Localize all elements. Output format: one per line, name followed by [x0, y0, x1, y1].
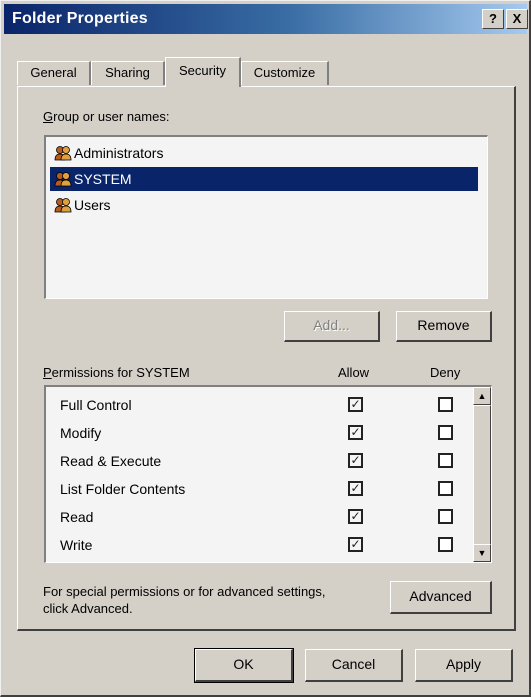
tab-security-label: Security	[179, 63, 226, 78]
deny-checkbox[interactable]	[438, 509, 453, 524]
remove-button-label: Remove	[417, 317, 470, 333]
user-list[interactable]: Administrators SYSTEM Users	[44, 135, 488, 299]
deny-column-header: Deny	[430, 365, 461, 380]
permission-row-modify: Modify ✓	[60, 419, 480, 447]
allow-checkbox[interactable]: ✓	[348, 453, 363, 468]
allow-checkbox[interactable]: ✓	[348, 425, 363, 440]
deny-checkbox[interactable]	[438, 537, 453, 552]
remove-button[interactable]: Remove	[396, 311, 492, 342]
scroll-down-icon[interactable]: ▼	[473, 544, 491, 562]
permission-row-read: Read ✓	[60, 503, 480, 531]
title-bar[interactable]: Folder Properties ? X	[4, 4, 528, 34]
advanced-instructions: For special permissions or for advanced …	[43, 583, 326, 617]
allow-checkbox[interactable]: ✓	[348, 537, 363, 552]
user-group-icon	[54, 172, 72, 187]
user-name: SYSTEM	[74, 171, 132, 187]
advanced-button[interactable]: Advanced	[390, 581, 492, 614]
permission-row-write: Write ✓	[60, 531, 480, 559]
allow-checkbox[interactable]: ✓	[348, 481, 363, 496]
tab-general[interactable]: General	[17, 61, 91, 85]
user-item-users[interactable]: Users	[50, 193, 478, 217]
tab-customize-label: Customize	[253, 65, 316, 80]
tab-security[interactable]: Security	[165, 57, 241, 87]
permission-name: Full Control	[60, 397, 132, 413]
permission-row-read-execute: Read & Execute ✓	[60, 447, 480, 475]
permission-name: Write	[60, 537, 93, 553]
window-title: Folder Properties	[12, 10, 148, 27]
scroll-up-icon[interactable]: ▲	[473, 387, 491, 405]
tab-general-label: General	[30, 65, 77, 80]
advanced-instructions-line2: click Advanced.	[43, 601, 133, 616]
deny-checkbox[interactable]	[438, 453, 453, 468]
tab-sharing[interactable]: Sharing	[91, 61, 165, 85]
user-item-system[interactable]: SYSTEM	[50, 167, 478, 191]
cancel-button[interactable]: Cancel	[305, 649, 403, 682]
permissions-scrollbar[interactable]: ▲ ▼	[473, 387, 491, 562]
scroll-thumb[interactable]	[473, 405, 491, 545]
deny-checkbox[interactable]	[438, 425, 453, 440]
user-name: Users	[74, 197, 111, 213]
allow-checkbox[interactable]: ✓	[348, 397, 363, 412]
permission-row-full-control: Full Control ✓	[60, 391, 480, 419]
help-button[interactable]: ?	[482, 9, 504, 29]
deny-checkbox[interactable]	[438, 481, 453, 496]
permission-row-list-folder-contents: List Folder Contents ✓	[60, 475, 480, 503]
advanced-instructions-line1: For special permissions or for advanced …	[43, 584, 326, 599]
close-button[interactable]: X	[506, 9, 528, 29]
apply-button-label: Apply	[445, 656, 482, 672]
allow-checkbox[interactable]: ✓	[348, 509, 363, 524]
permission-name: Read & Execute	[60, 453, 162, 469]
folder-properties-window: Folder Properties ? X General Sharing Se…	[0, 0, 531, 697]
permission-name: Modify	[60, 425, 102, 441]
ok-button[interactable]: OK	[194, 648, 294, 683]
user-group-icon	[54, 146, 72, 161]
tab-customize[interactable]: Customize	[241, 61, 329, 85]
apply-button[interactable]: Apply	[415, 649, 513, 682]
security-tab-panel: Group or user names: Administrators SYST…	[17, 86, 516, 631]
user-name: Administrators	[74, 145, 164, 161]
group-or-user-names-label: Group or user names:	[43, 109, 170, 124]
permissions-list[interactable]: Full Control ✓ Modify ✓ Read & Execute ✓…	[44, 385, 492, 563]
allow-column-header: Allow	[338, 365, 370, 380]
deny-checkbox[interactable]	[438, 397, 453, 412]
tab-sharing-label: Sharing	[105, 65, 150, 80]
user-item-administrators[interactable]: Administrators	[50, 141, 478, 165]
user-group-icon	[54, 198, 72, 213]
add-button[interactable]: Add...	[284, 311, 380, 342]
permissions-label: Permissions for SYSTEM	[43, 365, 190, 380]
permission-name: Read	[60, 509, 94, 525]
permission-name: List Folder Contents	[60, 481, 186, 497]
